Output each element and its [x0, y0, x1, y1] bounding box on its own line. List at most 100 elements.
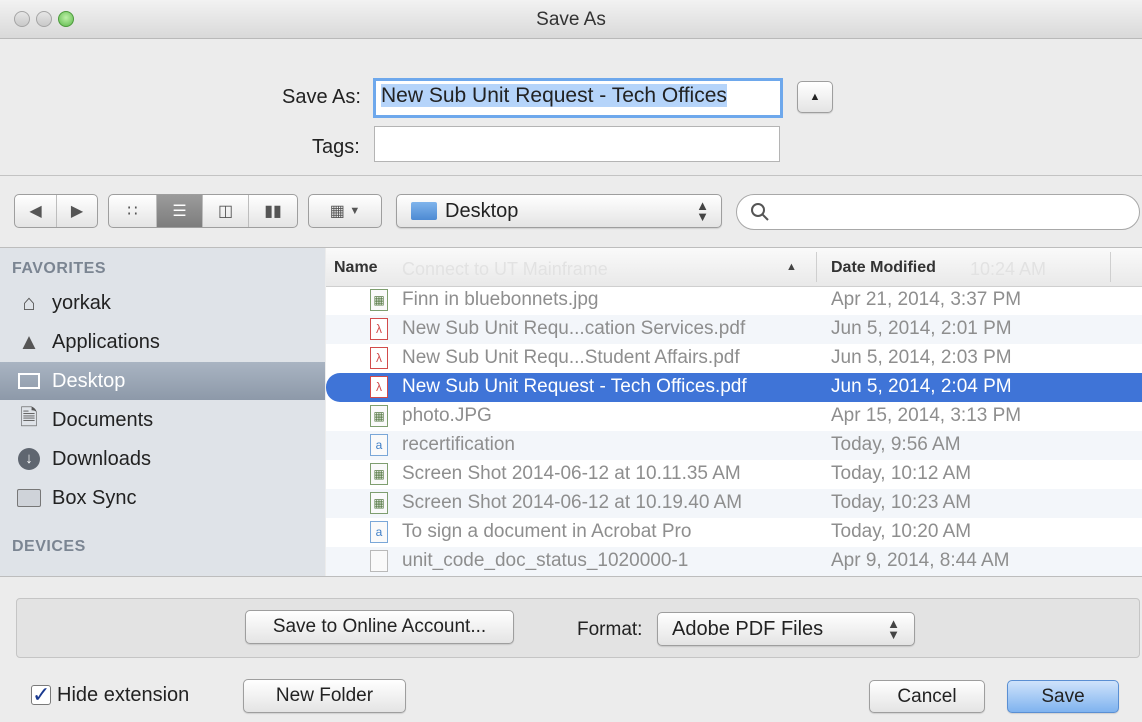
file-date: Apr 15, 2014, 3:13 PM [831, 405, 1022, 426]
applications-icon: ▲ [18, 329, 40, 354]
sidebar-item-label: Box Sync [52, 486, 137, 509]
file-date: Today, 10:20 AM [831, 521, 972, 542]
save-as-label: Save As: [282, 86, 361, 108]
generic-file-icon [370, 550, 388, 572]
sort-ascending-icon: ▲ [786, 261, 797, 273]
file-name: unit_code_doc_status_1020000-1 [402, 550, 689, 571]
file-date: Today, 10:12 AM [831, 463, 972, 484]
sidebar-item-desktop[interactable]: Desktop [0, 362, 325, 400]
format-value: Adobe PDF Files [672, 617, 824, 640]
desktop-icon [14, 368, 44, 394]
column-header: Name Connect to UT Mainframe ▲ Date Modi… [326, 248, 1142, 287]
arrange-grid-icon: ▦ [329, 203, 345, 220]
arrange-button[interactable]: ▦ ▼ [308, 194, 382, 228]
file-name: New Sub Unit Requ...Student Affairs.pdf [402, 347, 740, 368]
location-value: Desktop [445, 199, 519, 222]
image-file-icon: ▦ [370, 289, 388, 311]
file-name: Screen Shot 2014-06-12 at 10.11.35 AM [402, 463, 741, 484]
text-document-icon: a [370, 521, 388, 543]
tags-input[interactable] [374, 126, 780, 162]
file-date: Jun 5, 2014, 2:01 PM [831, 318, 1012, 339]
sidebar-item-applications[interactable]: ▲ Applications [0, 323, 325, 361]
file-row[interactable]: ▦ photo.JPG Apr 15, 2014, 3:13 PM [326, 402, 1142, 431]
save-button[interactable]: Save [1007, 680, 1119, 713]
sidebar-item-downloads[interactable]: ↓ Downloads [0, 440, 325, 478]
save-as-input[interactable]: New Sub Unit Request - Tech Offices [373, 78, 783, 118]
back-arrow-icon: ◀ [29, 203, 42, 220]
new-folder-button[interactable]: New Folder [243, 679, 406, 713]
file-name: photo.JPG [402, 405, 492, 426]
hide-extension-checkbox[interactable]: ✓ [31, 682, 51, 707]
downloads-icon: ↓ [14, 446, 44, 472]
icon-view-button[interactable]: ∷ [109, 195, 157, 227]
sidebar: FAVORITES ⌂ yorkak ▲ Applications Deskto… [0, 248, 325, 576]
pdf-file-icon: λ [370, 376, 388, 398]
file-date: Apr 21, 2014, 3:37 PM [831, 289, 1022, 310]
favorites-header: FAVORITES [12, 260, 106, 277]
file-date: Apr 9, 2014, 8:44 AM [831, 550, 1010, 571]
view-mode-control: ∷ ☰ ◫ ▮▮ [108, 194, 298, 228]
window-title: Save As [536, 9, 606, 30]
image-file-icon: ▦ [370, 492, 388, 514]
hide-extension-label: Hide extension [57, 684, 190, 706]
list-view-button[interactable]: ☰ [157, 195, 203, 227]
cancel-button[interactable]: Cancel [869, 680, 985, 713]
column-view-button[interactable]: ◫ [203, 195, 249, 227]
file-list: Name Connect to UT Mainframe ▲ Date Modi… [326, 248, 1142, 576]
sidebar-item-documents[interactable]: 🗎 Documents [0, 401, 325, 439]
pdf-file-icon: λ [370, 347, 388, 369]
sidebar-item-label: Desktop [52, 369, 126, 392]
pdf-file-icon: λ [370, 318, 388, 340]
format-label: Format: [577, 619, 643, 640]
disclosure-up-icon: ▲ [809, 91, 821, 103]
file-name: To sign a document in Acrobat Pro [402, 521, 692, 542]
icon-view-icon: ∷ [127, 203, 138, 220]
file-row[interactable]: ▦ Screen Shot 2014-06-12 at 10.11.35 AM … [326, 460, 1142, 489]
coverflow-view-icon: ▮▮ [264, 203, 282, 220]
back-forward-control: ◀ ▶ [14, 194, 98, 228]
drag-ghost-date: 10:24 AM [970, 259, 1047, 279]
coverflow-view-button[interactable]: ▮▮ [249, 195, 297, 227]
image-file-icon: ▦ [370, 405, 388, 427]
file-name: New Sub Unit Requ...cation Services.pdf [402, 318, 746, 339]
column-divider [816, 252, 817, 282]
checkmark-icon: ✓ [32, 682, 51, 707]
file-row[interactable]: ▦ Finn in bluebonnets.jpg Apr 21, 2014, … [326, 286, 1142, 315]
search-input[interactable] [736, 194, 1140, 230]
tags-label: Tags: [312, 136, 360, 158]
file-row-selected[interactable]: λ New Sub Unit Request - Tech Offices.pd… [326, 373, 1142, 402]
save-as-value: New Sub Unit Request - Tech Offices [381, 84, 727, 107]
format-popup[interactable]: Adobe PDF Files ▲ ▼ [657, 612, 915, 646]
file-name: Screen Shot 2014-06-12 at 10.19.40 AM [402, 492, 743, 513]
image-file-icon: ▦ [370, 463, 388, 485]
save-to-online-account-button[interactable]: Save to Online Account... [245, 610, 514, 644]
folder-icon [14, 485, 44, 511]
file-date: Today, 9:56 AM [831, 434, 961, 455]
file-row[interactable]: λ New Sub Unit Requ...cation Services.pd… [326, 315, 1142, 344]
location-popup[interactable]: Desktop ▲ ▼ [396, 194, 722, 228]
back-button[interactable]: ◀ [15, 195, 57, 227]
folder-icon [411, 202, 437, 220]
expand-toggle-button[interactable]: ▲ [797, 81, 833, 113]
file-row[interactable]: a recertification Today, 9:56 AM [326, 431, 1142, 460]
devices-header: DEVICES [12, 538, 86, 555]
file-row[interactable]: λ New Sub Unit Requ...Student Affairs.pd… [326, 344, 1142, 373]
sidebar-item-box-sync[interactable]: Box Sync [0, 479, 325, 517]
browser-bottom-divider [0, 576, 1142, 577]
name-column-header[interactable]: Name [334, 259, 378, 277]
forward-button[interactable]: ▶ [57, 195, 97, 227]
sidebar-item-label: Downloads [52, 447, 151, 470]
file-name: recertification [402, 434, 515, 455]
file-row[interactable]: unit_code_doc_status_1020000-1 Apr 9, 20… [326, 547, 1142, 576]
date-modified-column-header[interactable]: Date Modified [831, 259, 936, 277]
sidebar-item-yorkak[interactable]: ⌂ yorkak [0, 284, 325, 322]
sidebar-item-label: Documents [52, 408, 154, 431]
file-row[interactable]: ▦ Screen Shot 2014-06-12 at 10.19.40 AM … [326, 489, 1142, 518]
updown-arrows-icon: ▲ ▼ [887, 616, 900, 642]
toolbar-divider [0, 175, 1142, 176]
column-divider [1110, 252, 1111, 282]
documents-icon: 🗎 [20, 405, 38, 430]
file-row[interactable]: a To sign a document in Acrobat Pro Toda… [326, 518, 1142, 547]
title-bar: Save As [0, 0, 1142, 39]
list-view-icon: ☰ [172, 203, 187, 220]
